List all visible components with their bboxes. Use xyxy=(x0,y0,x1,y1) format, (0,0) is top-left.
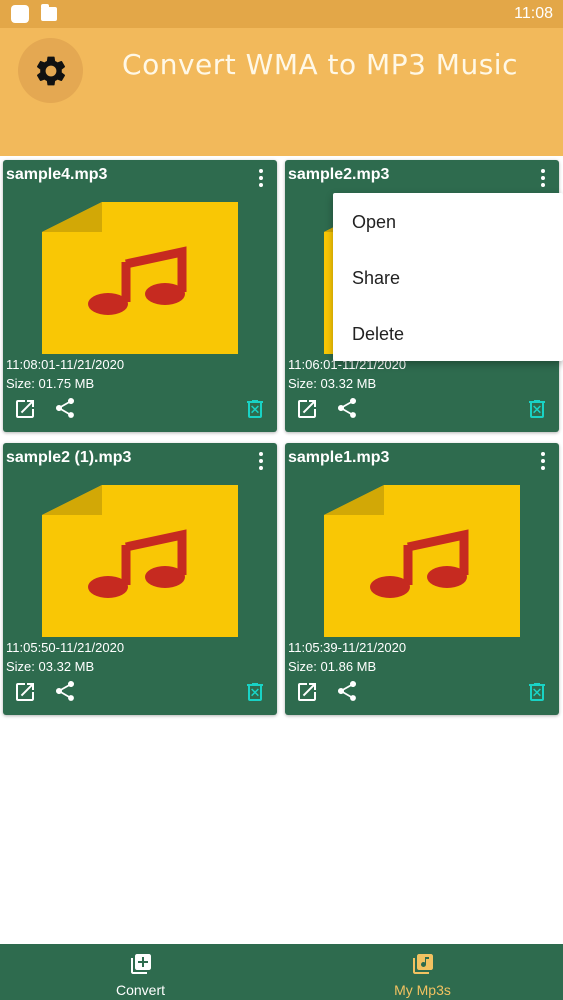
app-root: 11:08 Convert WMA to MP3 Music sample4.m… xyxy=(0,0,563,1000)
file-name: sample2 (1).mp3 xyxy=(6,449,132,466)
open-external-icon[interactable] xyxy=(13,397,37,421)
file-card[interactable]: sample2 (1).mp3 11:05:50-11/21/2020 Size… xyxy=(3,443,277,715)
more-options-button[interactable] xyxy=(253,167,269,189)
open-external-icon[interactable] xyxy=(295,397,319,421)
app-header: Convert WMA to MP3 Music xyxy=(0,28,563,156)
app-notification-icon xyxy=(11,5,29,23)
status-bar: 11:08 xyxy=(0,0,563,28)
more-options-button[interactable] xyxy=(535,167,551,189)
file-card[interactable]: sample4.mp3 11:08:01-11/21/2020 Size: 01… xyxy=(3,160,277,432)
file-size: Size: 03.32 MB xyxy=(6,659,95,674)
context-menu: Open Share Delete xyxy=(333,193,563,361)
music-file-icon xyxy=(42,202,238,354)
menu-item-delete[interactable]: Delete xyxy=(352,324,404,345)
share-icon[interactable] xyxy=(53,396,77,420)
open-external-icon[interactable] xyxy=(13,680,37,704)
file-size: Size: 01.86 MB xyxy=(288,659,377,674)
file-card[interactable]: sample1.mp3 11:05:39-11/21/2020 Size: 01… xyxy=(285,443,559,715)
nav-item-my-mp3s[interactable]: My Mp3s xyxy=(282,944,563,1000)
file-name: sample2.mp3 xyxy=(288,166,390,183)
open-external-icon[interactable] xyxy=(295,680,319,704)
share-icon[interactable] xyxy=(53,679,77,703)
more-options-button[interactable] xyxy=(535,450,551,472)
file-name: sample1.mp3 xyxy=(288,449,390,466)
menu-item-share[interactable]: Share xyxy=(352,268,400,289)
music-file-icon xyxy=(42,485,238,637)
delete-icon[interactable] xyxy=(243,680,267,704)
gear-icon xyxy=(36,56,65,85)
delete-icon[interactable] xyxy=(525,680,549,704)
file-size: Size: 01.75 MB xyxy=(6,376,95,391)
more-options-button[interactable] xyxy=(253,450,269,472)
menu-item-open[interactable]: Open xyxy=(352,212,396,233)
nav-label-convert: Convert xyxy=(115,982,166,998)
delete-icon[interactable] xyxy=(243,397,267,421)
add-library-icon xyxy=(131,954,151,974)
nav-item-convert[interactable]: Convert xyxy=(0,944,281,1000)
share-icon[interactable] xyxy=(335,679,359,703)
file-date: 11:08:01-11/21/2020 xyxy=(6,357,125,372)
music-library-icon xyxy=(413,954,433,974)
settings-button[interactable] xyxy=(18,38,83,103)
delete-icon[interactable] xyxy=(525,397,549,421)
bottom-navigation: Convert My Mp3s xyxy=(0,944,563,1000)
music-file-icon xyxy=(324,485,520,637)
folder-notification-icon xyxy=(41,4,57,21)
nav-label-my-mp3s: My Mp3s xyxy=(394,982,451,998)
file-date: 11:05:39-11/21/2020 xyxy=(288,640,407,655)
file-size: Size: 03.32 MB xyxy=(288,376,377,391)
status-time: 11:08 xyxy=(514,5,553,22)
app-title: Convert WMA to MP3 Music xyxy=(122,48,518,81)
file-date: 11:05:50-11/21/2020 xyxy=(6,640,125,655)
share-icon[interactable] xyxy=(335,396,359,420)
file-name: sample4.mp3 xyxy=(6,166,108,183)
